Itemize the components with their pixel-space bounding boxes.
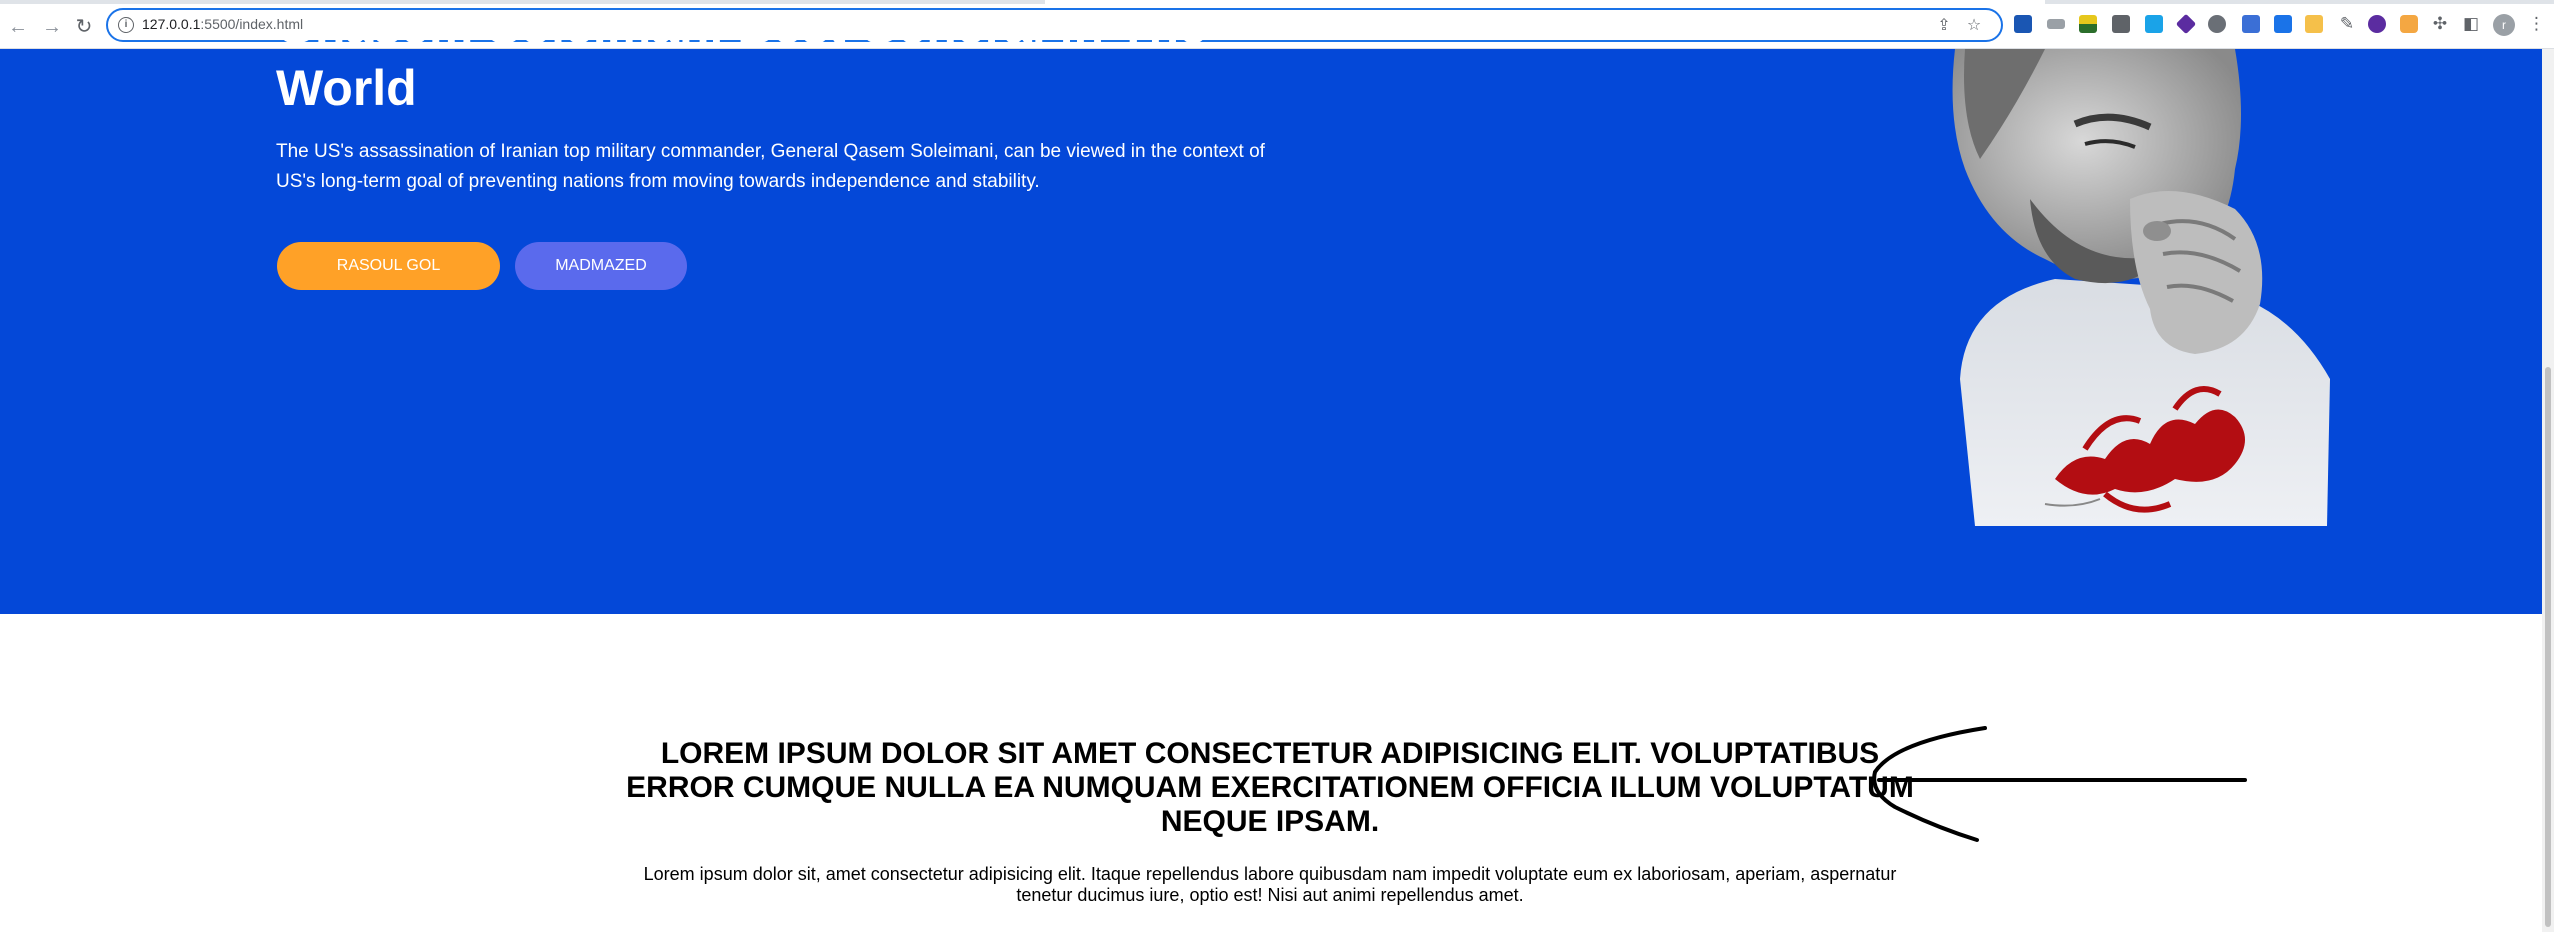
extensions-puzzle-icon[interactable]: ✣: [2429, 13, 2451, 35]
content-paragraph: Lorem ipsum dolor sit, amet consectetur …: [643, 864, 1897, 905]
rasoul-gol-button[interactable]: RASOUL GOL: [277, 242, 500, 290]
hero-title-line-2: World: [276, 60, 417, 116]
share-icon[interactable]: ⇪: [1934, 16, 1954, 36]
url-path: :5500/index.html: [200, 16, 304, 32]
extension-icon-9[interactable]: [2274, 15, 2292, 33]
vertical-scrollbar[interactable]: [2542, 49, 2554, 932]
extension-icon-7[interactable]: [2208, 15, 2226, 33]
extension-icon-5[interactable]: [2145, 15, 2163, 33]
hero-title: Ghasem Soleimani Best General in The Wor…: [276, 37, 1256, 119]
hero-portrait-image: [1952, 49, 2330, 526]
extension-icon-10[interactable]: [2305, 15, 2323, 33]
extension-icon-12[interactable]: [2368, 15, 2386, 33]
hero-title-line-1: Ghasem Soleimani Best General in The: [276, 37, 1256, 57]
extension-icon-6[interactable]: [2175, 13, 2197, 35]
browser-menu-icon[interactable]: ⋮: [2528, 13, 2545, 35]
hero-description: The US's assassination of Iranian top mi…: [276, 141, 1265, 192]
extension-icon-13[interactable]: [2400, 15, 2418, 33]
reload-icon[interactable]: ↻: [72, 15, 96, 39]
extension-icon-3[interactable]: [2079, 15, 2097, 33]
extension-icon-8[interactable]: [2242, 15, 2260, 33]
extension-icon-2[interactable]: [2047, 19, 2065, 29]
extension-icon-11[interactable]: ✎: [2336, 13, 2358, 35]
drawn-arrow-annotation: [1872, 726, 2247, 842]
forward-icon[interactable]: →: [40, 15, 64, 39]
active-tab[interactable]: [1045, 0, 2045, 4]
profile-avatar[interactable]: r: [2493, 14, 2515, 36]
back-icon[interactable]: ←: [6, 15, 30, 39]
url-host: 127.0.0.1: [142, 16, 201, 32]
site-info-icon[interactable]: i: [118, 17, 134, 33]
scrollbar-thumb[interactable]: [2545, 367, 2551, 927]
tab-strip: [0, 0, 2554, 4]
side-panel-icon[interactable]: ◧: [2460, 13, 2482, 35]
hero-section: Ghasem Soleimani Best General in The Wor…: [0, 37, 2542, 614]
address-url[interactable]: 127.0.0.1:5500/index.html: [142, 16, 303, 32]
content-heading: LOREM IPSUM DOLOR SIT AMET CONSECTETUR A…: [626, 737, 1914, 838]
bookmark-star-icon[interactable]: ☆: [1964, 16, 1984, 36]
madmazed-button[interactable]: MADMAZED: [515, 242, 687, 290]
extension-icon-1[interactable]: [2014, 15, 2032, 33]
extension-icon-4[interactable]: [2112, 15, 2130, 33]
